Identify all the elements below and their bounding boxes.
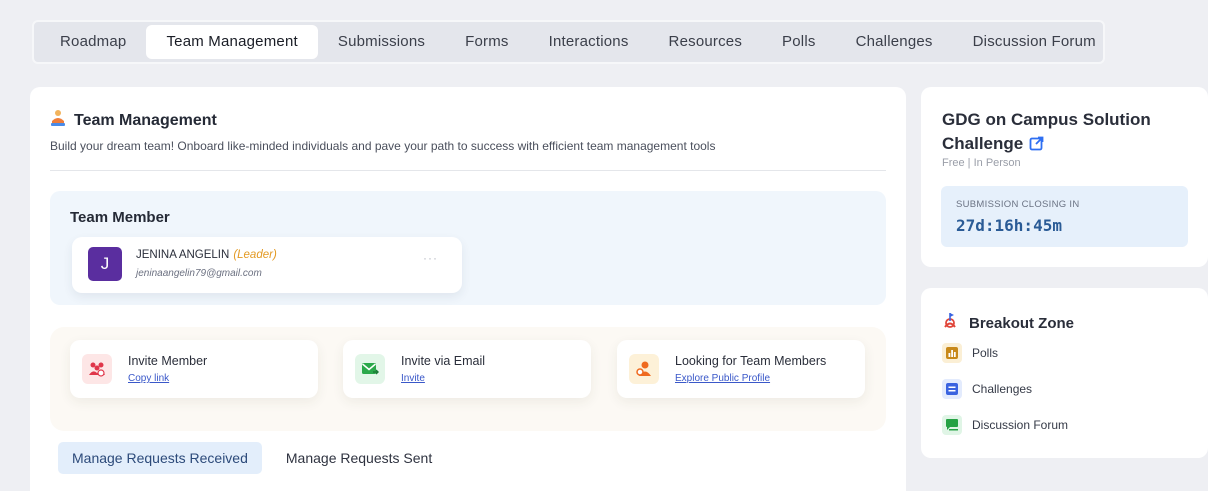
invite-member-card[interactable]: Invite Member Copy link [70,340,318,398]
challenge-meta: Free | In Person [942,157,1021,169]
breakout-item-polls[interactable]: Polls [942,343,998,363]
invite-member-title: Invite Member [128,354,208,368]
team-member-heading: Team Member [70,209,170,226]
breakout-zone-header: Breakout Zone [941,312,1074,334]
page-subtitle: Build your dream team! Onboard like-mind… [50,139,716,153]
challenge-title-text: GDG on Campus Solution Challenge [942,110,1151,153]
list-icon [942,379,962,399]
breakout-zone-title: Breakout Zone [969,314,1075,332]
page-title: Team Management [74,111,217,129]
breakout-item-label: Discussion Forum [972,418,1069,432]
copy-link[interactable]: Copy link [128,373,169,384]
challenge-info-card: GDG on Campus Solution Challenge Free | … [921,87,1208,267]
invite-actions-section: Invite Member Copy link Invite via Email… [50,327,886,431]
search-user-icon [629,354,659,384]
explore-public-profile-link[interactable]: Explore Public Profile [675,373,770,384]
member-card[interactable]: J JENINA ANGELIN (Leader) jeninaangelin79… [72,237,462,293]
member-role-badge: (Leader) [233,249,277,261]
tab-requests-received[interactable]: Manage Requests Received [58,442,262,474]
member-name: JENINA ANGELIN [136,249,230,261]
member-email: jeninaangelin79@gmail.com [136,268,262,279]
team-person-icon [50,109,66,132]
invite-link[interactable]: Invite [401,373,425,384]
tab-submissions[interactable]: Submissions [318,25,445,59]
email-icon [355,354,385,384]
external-link-icon[interactable] [1029,134,1044,158]
more-options-icon[interactable]: ··· [423,251,438,265]
breakout-item-label: Polls [972,346,999,360]
avatar: J [88,247,122,281]
breakout-item-challenges[interactable]: Challenges [942,379,1032,399]
breakout-zone-card: Breakout Zone Polls Challenges Discussio… [921,288,1208,458]
member-name-line: JENINA ANGELIN (Leader) [136,249,277,261]
breakout-item-label: Challenges [972,382,1033,396]
submission-countdown: SUBMISSION CLOSING IN 27d:16h:45m [941,186,1188,247]
invite-email-title: Invite via Email [401,354,486,368]
tab-team-management[interactable]: Team Management [146,25,318,59]
tab-resources[interactable]: Resources [649,25,763,59]
breakout-item-discussion-forum[interactable]: Discussion Forum [942,415,1068,435]
tab-interactions[interactable]: Interactions [529,25,649,59]
tab-discussion-forum[interactable]: Discussion Forum [953,25,1116,59]
chat-icon [942,415,962,435]
tab-roadmap[interactable]: Roadmap [40,25,146,59]
target-icon [941,312,959,334]
tab-polls[interactable]: Polls [762,25,836,59]
panel-header: Team Management [50,109,217,132]
team-management-panel: Team Management Build your dream team! O… [30,87,906,491]
tab-requests-sent[interactable]: Manage Requests Sent [272,442,446,474]
top-tab-bar: Roadmap Team Management Submissions Form… [32,20,1105,64]
tab-forms[interactable]: Forms [445,25,529,59]
divider [50,170,886,171]
countdown-value: 27d:16h:45m [956,216,1062,235]
request-tabs: Manage Requests Received Manage Requests… [58,442,446,474]
looking-for-members-title: Looking for Team Members [675,354,827,368]
challenge-title: GDG on Campus Solution Challenge [942,108,1172,158]
team-member-section: Team Member J JENINA ANGELIN (Leader) jen… [50,191,886,305]
tab-challenges[interactable]: Challenges [836,25,953,59]
looking-for-members-card[interactable]: Looking for Team Members Explore Public … [617,340,865,398]
poll-icon [942,343,962,363]
group-icon [82,354,112,384]
invite-email-card[interactable]: Invite via Email Invite [343,340,591,398]
countdown-label: SUBMISSION CLOSING IN [956,199,1080,210]
